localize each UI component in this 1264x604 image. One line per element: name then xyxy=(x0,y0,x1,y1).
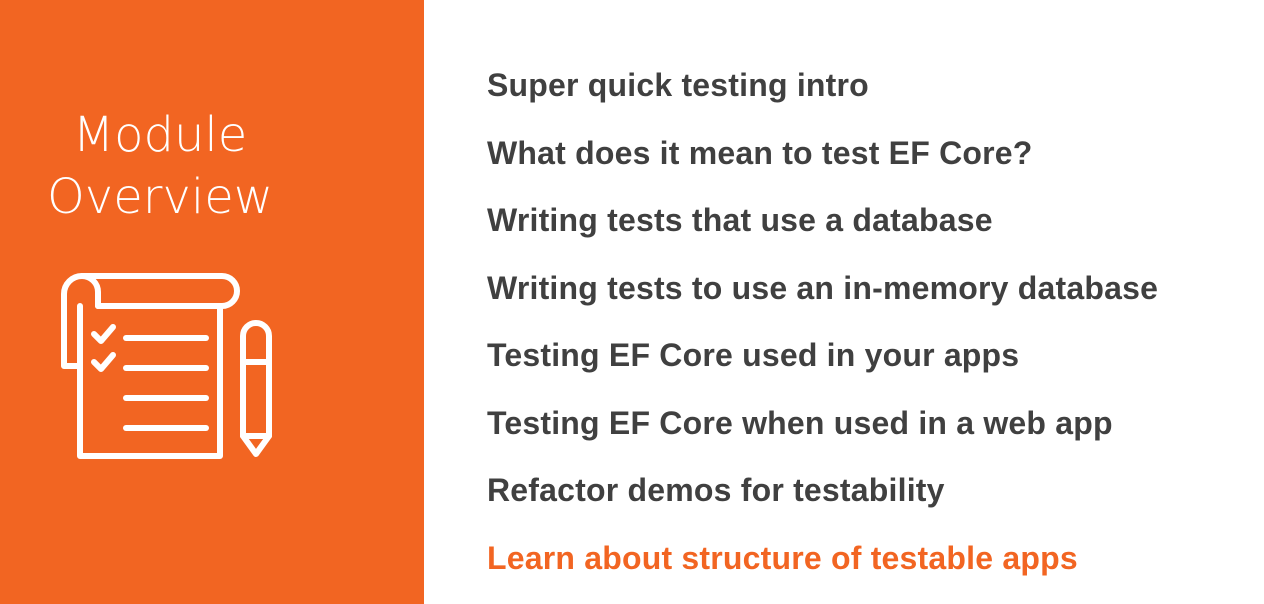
module-title-line-2: Overview xyxy=(47,169,273,225)
module-title-line-1: Module xyxy=(72,107,248,163)
topic-item: Testing EF Core when used in a web app xyxy=(487,404,1113,441)
checklist-notepad-icon xyxy=(61,273,272,459)
module-sidebar: Module Overview xyxy=(0,0,424,604)
topic-item: Super quick testing intro xyxy=(487,67,869,103)
topic-item: Testing EF Core used in your apps xyxy=(487,337,1020,373)
topic-item: Refactor demos for testability xyxy=(487,472,945,508)
topic-item: Writing tests to use an in-memory databa… xyxy=(487,269,1159,306)
module-topic-list: Super quick testing intro What does it m… xyxy=(487,52,1158,592)
topic-item: Writing tests that use a database xyxy=(487,202,993,238)
topic-item-current: Learn about structure of testable apps xyxy=(487,539,1078,576)
module-title: Module Overview xyxy=(30,104,290,228)
topic-item: What does it mean to test EF Core? xyxy=(487,134,1033,171)
